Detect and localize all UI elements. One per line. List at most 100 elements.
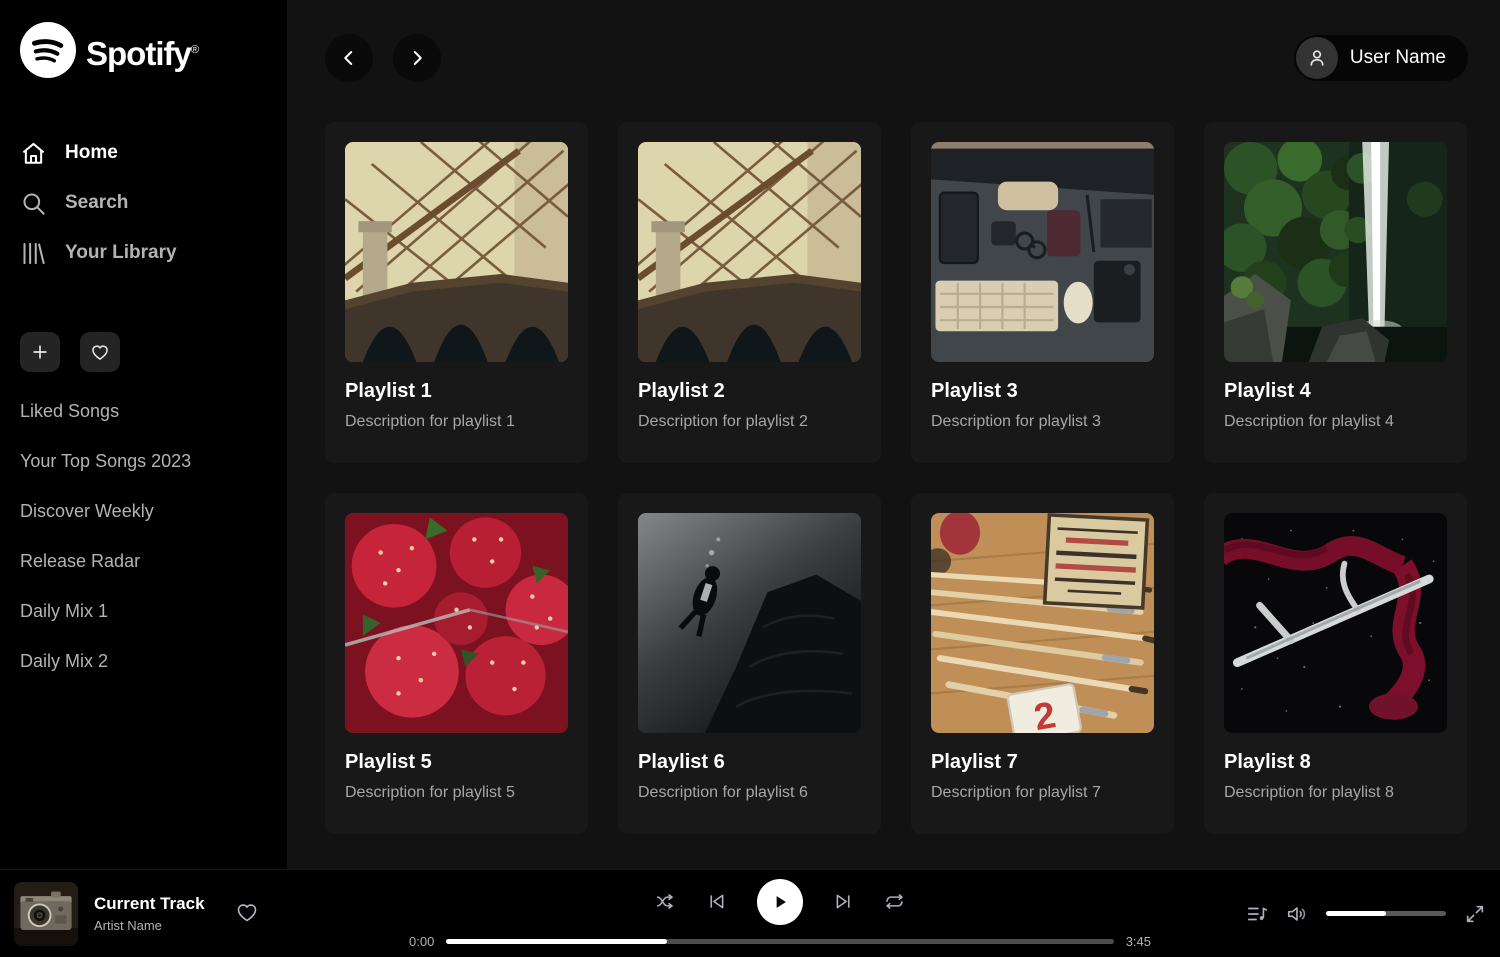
sidebar-playlist-item[interactable]: Daily Mix 1 <box>20 586 267 636</box>
previous-icon <box>706 891 727 912</box>
progress-bar[interactable] <box>446 939 1113 944</box>
playlist-description: Description for playlist 5 <box>345 784 568 802</box>
sidebar-item-your-library[interactable]: Your Library <box>20 228 267 278</box>
sidebar-actions <box>20 332 267 372</box>
playlist-cover-waterfall <box>1224 142 1447 362</box>
repeat-icon <box>884 891 905 912</box>
user-menu-button[interactable]: User Name <box>1294 35 1468 81</box>
user-icon <box>1306 47 1328 69</box>
playlist-description: Description for playlist 1 <box>345 413 568 431</box>
track-title: Current Track <box>94 894 205 914</box>
player-center: 0:00 3:45 <box>354 879 1206 949</box>
previous-track-button[interactable] <box>706 891 727 912</box>
playlist-title: Playlist 5 <box>345 751 568 774</box>
next-track-button[interactable] <box>833 891 854 912</box>
playlist-card[interactable]: Playlist 6 Description for playlist 6 <box>618 493 881 834</box>
total-duration: 3:45 <box>1126 934 1151 949</box>
liked-songs-button[interactable] <box>80 332 120 372</box>
avatar <box>1296 37 1338 79</box>
now-playing: Current Track Artist Name <box>14 882 354 946</box>
sidebar-playlist-item[interactable]: Your Top Songs 2023 <box>20 436 267 486</box>
spotify-logo: Spotify® <box>20 22 267 82</box>
sidebar: Spotify® Home Search Your Library <box>0 0 287 869</box>
chevron-left-icon <box>340 49 358 67</box>
shuffle-button[interactable] <box>655 891 676 912</box>
playlist-cover-desk-flatlay <box>931 142 1154 362</box>
playlist-description: Description for playlist 8 <box>1224 784 1447 802</box>
artist-name: Artist Name <box>94 918 205 933</box>
library-icon <box>20 240 47 267</box>
playlist-cover-steel-bridge <box>345 142 568 362</box>
playlist-description: Description for playlist 3 <box>931 413 1154 431</box>
brand-name: Spotify® <box>86 22 198 82</box>
playlist-title: Playlist 4 <box>1224 380 1447 403</box>
sidebar-item-search[interactable]: Search <box>20 178 267 228</box>
next-icon <box>833 891 854 912</box>
history-nav <box>325 34 441 82</box>
shuffle-icon <box>655 891 676 912</box>
playlist-description: Description for playlist 2 <box>638 413 861 431</box>
playlist-cover-steel-bridge <box>638 142 861 362</box>
playlist-card[interactable]: Playlist 8 Description for playlist 8 <box>1204 493 1467 834</box>
heart-icon <box>90 342 110 362</box>
repeat-button[interactable] <box>884 891 905 912</box>
app-window: Spotify® Home Search Your Library <box>0 0 1500 957</box>
playlist-title: Playlist 7 <box>931 751 1154 774</box>
back-button[interactable] <box>325 34 373 82</box>
queue-button[interactable] <box>1246 903 1268 925</box>
volume-icon <box>1286 903 1308 925</box>
sidebar-item-label: Search <box>65 192 128 214</box>
play-icon <box>770 892 790 912</box>
playlist-title: Playlist 1 <box>345 380 568 403</box>
player-bar: Current Track Artist Name <box>0 869 1500 957</box>
sidebar-playlists: Liked Songs Your Top Songs 2023 Discover… <box>20 386 267 686</box>
progress-row: 0:00 3:45 <box>409 934 1151 949</box>
sidebar-item-label: Home <box>65 142 118 164</box>
playlist-card[interactable]: Playlist 5 Description for playlist 5 <box>325 493 588 834</box>
playlist-cover-antler <box>1224 513 1447 733</box>
volume-fill <box>1326 911 1386 916</box>
playlist-description: Description for playlist 7 <box>931 784 1154 802</box>
playlist-card[interactable]: Playlist 4 Description for playlist 4 <box>1204 122 1467 463</box>
like-track-button[interactable] <box>235 900 259 927</box>
registered-mark: ® <box>191 44 198 56</box>
heart-icon <box>235 900 259 924</box>
search-icon <box>20 190 47 217</box>
playlist-description: Description for playlist 6 <box>638 784 861 802</box>
player-right <box>1206 903 1486 925</box>
volume-button[interactable] <box>1286 903 1308 925</box>
queue-icon <box>1246 903 1268 925</box>
elapsed-time: 0:00 <box>409 934 434 949</box>
playlist-title: Playlist 8 <box>1224 751 1447 774</box>
album-art-vintage-camera <box>14 882 78 946</box>
expand-icon <box>1464 903 1486 925</box>
progress-fill <box>446 939 666 944</box>
sidebar-playlist-item[interactable]: Discover Weekly <box>20 486 267 536</box>
playlist-card[interactable]: Playlist 1 Description for playlist 1 <box>325 122 588 463</box>
sidebar-item-label: Your Library <box>65 242 177 264</box>
playlist-grid: Playlist 1 Description for playlist 1 <box>325 122 1468 834</box>
volume-slider[interactable] <box>1326 911 1446 916</box>
sidebar-item-home[interactable]: Home <box>20 128 267 178</box>
create-playlist-button[interactable] <box>20 332 60 372</box>
playlist-cover-strawberries <box>345 513 568 733</box>
playlist-title: Playlist 3 <box>931 380 1154 403</box>
playlist-card[interactable]: 2 Playlist 7 Description for playlist 7 <box>911 493 1174 834</box>
playlist-card[interactable]: Playlist 2 Description for playlist 2 <box>618 122 881 463</box>
playlist-title: Playlist 6 <box>638 751 861 774</box>
sidebar-nav: Home Search Your Library <box>20 128 267 278</box>
home-icon <box>20 140 47 167</box>
track-info: Current Track Artist Name <box>94 894 205 933</box>
playlist-cover-diver <box>638 513 861 733</box>
play-button[interactable] <box>757 879 803 925</box>
sidebar-playlist-item[interactable]: Release Radar <box>20 536 267 586</box>
forward-button[interactable] <box>393 34 441 82</box>
fullscreen-button[interactable] <box>1464 903 1486 925</box>
main-content: User Name <box>287 0 1500 869</box>
playlist-description: Description for playlist 4 <box>1224 413 1447 431</box>
sidebar-playlist-item[interactable]: Liked Songs <box>20 386 267 436</box>
user-name: User Name <box>1350 47 1446 69</box>
topbar: User Name <box>325 34 1468 82</box>
playlist-card[interactable]: Playlist 3 Description for playlist 3 <box>911 122 1174 463</box>
sidebar-playlist-item[interactable]: Daily Mix 2 <box>20 636 267 686</box>
